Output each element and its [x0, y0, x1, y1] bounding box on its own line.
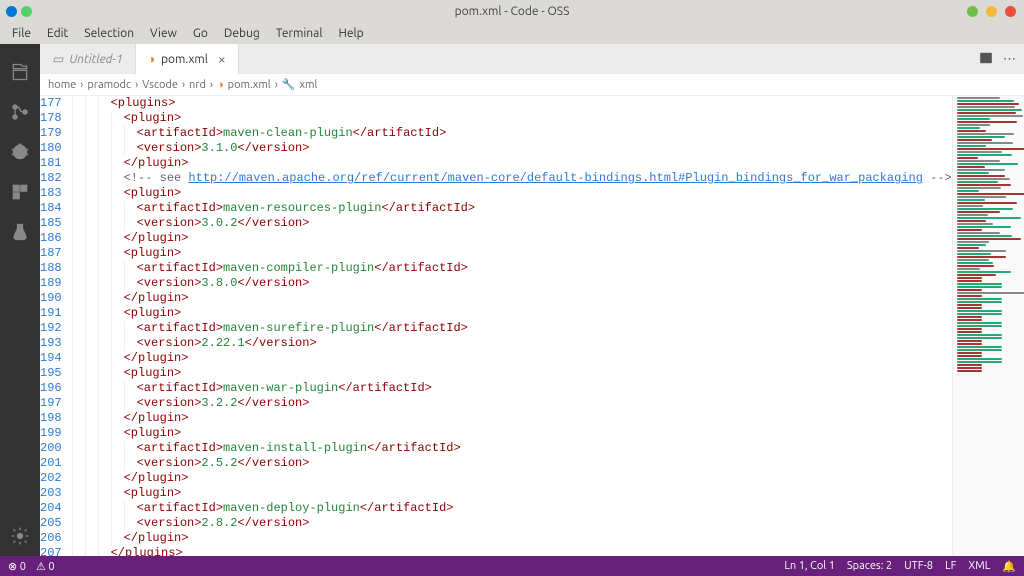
bc-part[interactable]: pramodc	[87, 79, 131, 91]
settings-icon[interactable]	[0, 516, 40, 556]
source-control-icon[interactable]	[0, 92, 40, 132]
errors-count[interactable]: ⊗ 0	[8, 560, 26, 573]
encoding[interactable]: UTF-8	[904, 560, 933, 573]
tab-pom-xml[interactable]: ◑ pom.xml ×	[136, 44, 239, 74]
unknown-icon	[21, 6, 32, 17]
menu-help[interactable]: Help	[330, 25, 371, 42]
cursor-position[interactable]: Ln 1, Col 1	[784, 560, 835, 573]
warnings-count[interactable]: ⚠ 0	[36, 560, 55, 573]
file-icon: ▭	[52, 52, 63, 66]
menu-view[interactable]: View	[142, 25, 185, 42]
editor-area: ▭ Untitled-1 ◑ pom.xml × ⋯ home› pramodc…	[40, 44, 1024, 556]
bc-part[interactable]: Vscode	[142, 79, 178, 91]
tab-bar: ▭ Untitled-1 ◑ pom.xml × ⋯	[40, 44, 1024, 74]
eol[interactable]: LF	[945, 560, 956, 573]
maximize-icon[interactable]	[986, 6, 997, 17]
status-left: ⊗ 0 ⚠ 0	[8, 560, 55, 573]
menu-file[interactable]: File	[4, 25, 39, 42]
main-area: ▭ Untitled-1 ◑ pom.xml × ⋯ home› pramodc…	[0, 44, 1024, 556]
tab-label: Untitled-1	[69, 53, 122, 66]
xml-icon: ◑	[148, 52, 155, 66]
explorer-icon[interactable]	[0, 52, 40, 92]
test-icon[interactable]	[0, 212, 40, 252]
window-controls	[967, 6, 1016, 17]
title-bar: pom.xml - Code - OSS	[0, 0, 1024, 22]
menu-terminal[interactable]: Terminal	[268, 25, 331, 42]
bc-part[interactable]: pom.xml	[228, 79, 271, 91]
status-bar: ⊗ 0 ⚠ 0 Ln 1, Col 1 Spaces: 2 UTF-8 LF X…	[0, 556, 1024, 576]
activity-bar	[0, 44, 40, 556]
extensions-icon[interactable]	[0, 172, 40, 212]
code-content[interactable]: <plugins><plugin><artifactId>maven-clean…	[72, 96, 952, 556]
tab-actions: ⋯	[971, 44, 1024, 74]
minimize-icon[interactable]	[967, 6, 978, 17]
window-title: pom.xml - Code - OSS	[455, 5, 570, 18]
menu-go[interactable]: Go	[185, 25, 216, 42]
menu-bar: File Edit Selection View Go Debug Termin…	[0, 22, 1024, 44]
bc-part[interactable]: home	[48, 79, 76, 91]
tab-label: pom.xml	[161, 53, 208, 66]
menu-debug[interactable]: Debug	[216, 25, 268, 42]
bc-part[interactable]: xml	[300, 79, 318, 91]
notifications-icon[interactable]: 🔔	[1002, 560, 1016, 573]
app-icon	[6, 6, 17, 17]
editor-body[interactable]: 1771781791801811821831841851861871881891…	[40, 96, 1024, 556]
wrench-icon: 🔧	[282, 78, 296, 91]
close-icon[interactable]	[1005, 6, 1016, 17]
menu-selection[interactable]: Selection	[76, 25, 142, 42]
debug-icon[interactable]	[0, 132, 40, 172]
status-right: Ln 1, Col 1 Spaces: 2 UTF-8 LF XML 🔔	[784, 560, 1016, 573]
breadcrumb[interactable]: home› pramodc› Vscode› nrd› ◑ pom.xml› 🔧…	[40, 74, 1024, 96]
tab-close-icon[interactable]: ×	[218, 51, 226, 67]
indentation[interactable]: Spaces: 2	[847, 560, 892, 573]
menu-edit[interactable]: Edit	[39, 25, 76, 42]
more-icon[interactable]: ⋯	[1003, 52, 1016, 67]
bc-part[interactable]: nrd	[189, 79, 206, 91]
left-app-icons	[6, 6, 32, 17]
split-editor-icon[interactable]	[979, 51, 993, 68]
line-number-gutter: 1771781791801811821831841851861871881891…	[40, 96, 72, 556]
tab-untitled[interactable]: ▭ Untitled-1	[40, 44, 136, 74]
xml-icon: ◑	[217, 79, 224, 91]
minimap[interactable]	[952, 96, 1024, 556]
language-mode[interactable]: XML	[968, 560, 990, 573]
